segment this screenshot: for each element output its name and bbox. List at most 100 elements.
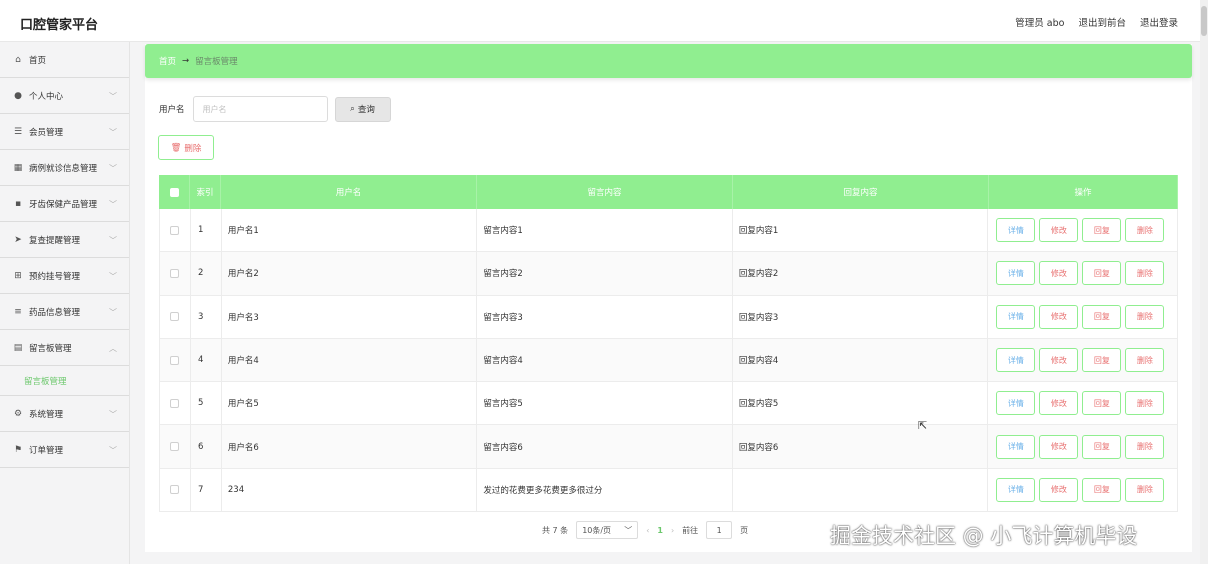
- cell-message: 发过的花费更多花费更多很过分: [477, 468, 733, 512]
- cell-message: 留言内容3: [477, 295, 733, 338]
- delete-button[interactable]: 删除: [1125, 304, 1165, 329]
- goto-page-input[interactable]: 1: [706, 521, 733, 539]
- table-row: 3 用户名3 留言内容3 回复内容3 详情 修改 回复 删除: [159, 295, 1178, 339]
- cell-username: 用户名3: [222, 295, 478, 338]
- sidebar-item-medicine[interactable]: ≡ 药品信息管理 ﹀: [0, 294, 129, 330]
- cell-operations: 详情 修改 回复 删除: [988, 339, 1177, 381]
- header-message[interactable]: 留言内容: [477, 175, 733, 209]
- detail-button[interactable]: 详情: [996, 434, 1036, 459]
- batch-delete-button[interactable]: 🗑 删除: [158, 135, 214, 160]
- cell-index: 7: [191, 468, 222, 512]
- edit-button[interactable]: 修改: [1039, 391, 1079, 416]
- reply-button[interactable]: 回复: [1082, 304, 1122, 329]
- detail-button[interactable]: 详情: [996, 304, 1036, 329]
- search-icon: ⌕: [350, 104, 355, 114]
- edit-button[interactable]: 修改: [1039, 477, 1079, 502]
- reply-button[interactable]: 回复: [1082, 348, 1122, 373]
- row-checkbox[interactable]: [170, 442, 180, 452]
- reply-button[interactable]: 回复: [1082, 477, 1122, 502]
- flag-icon: ⚑: [13, 444, 23, 455]
- delete-button[interactable]: 删除: [1125, 261, 1165, 286]
- row-checkbox-cell: [160, 425, 191, 468]
- row-checkbox-cell: [160, 338, 191, 382]
- page-size-select[interactable]: 10条/页 ﹀: [576, 521, 639, 539]
- sidebar-subitem-messages[interactable]: 留言板管理: [0, 366, 129, 396]
- cell-index: 4: [191, 338, 222, 382]
- row-checkbox[interactable]: [170, 225, 180, 235]
- delete-button[interactable]: 删除: [1125, 434, 1165, 459]
- cell-operations: 详情 修改 回复 删除: [988, 209, 1177, 251]
- detail-button[interactable]: 详情: [996, 218, 1036, 243]
- row-checkbox[interactable]: [170, 312, 180, 322]
- search-form: 用户名 ⌕ 查询: [159, 96, 391, 122]
- detail-button[interactable]: 详情: [996, 477, 1036, 502]
- edit-button[interactable]: 修改: [1039, 434, 1079, 459]
- cell-message: 留言内容5: [477, 382, 733, 425]
- front-link[interactable]: 退出到前台: [1078, 15, 1126, 29]
- next-page-icon[interactable]: ›: [671, 526, 674, 535]
- row-checkbox-cell: [160, 252, 191, 295]
- detail-button[interactable]: 详情: [996, 391, 1036, 416]
- apps-icon: ▪: [14, 198, 22, 209]
- edit-button[interactable]: 修改: [1039, 304, 1079, 329]
- row-checkbox[interactable]: [170, 485, 180, 495]
- cell-username: 用户名4: [222, 338, 478, 382]
- username-search-input[interactable]: [192, 96, 328, 122]
- cell-message: 留言内容2: [477, 252, 733, 295]
- scrollbar[interactable]: [1200, 0, 1208, 564]
- table-row: 6 用户名6 留言内容6 回复内容6 详情 修改 回复 删除: [159, 425, 1178, 469]
- delete-button[interactable]: 删除: [1125, 218, 1165, 243]
- sidebar-item-system[interactable]: ⚙ 系统管理 ﹀: [0, 396, 129, 432]
- chevron-up-icon: ︿: [109, 344, 117, 353]
- cell-index: 3: [191, 295, 222, 338]
- page-size-value: 10条/页: [582, 525, 612, 535]
- delete-button[interactable]: 删除: [1125, 348, 1165, 373]
- delete-button[interactable]: 删除: [1125, 391, 1165, 416]
- chevron-down-icon: ﹀: [109, 128, 117, 137]
- sidebar-item-members[interactable]: ☰ 会员管理 ﹀: [0, 114, 129, 150]
- breadcrumb-home[interactable]: 首页: [159, 55, 176, 67]
- sidebar-item-cases[interactable]: ▦ 病例就诊信息管理 ﹀: [0, 150, 129, 186]
- reply-button[interactable]: 回复: [1082, 218, 1122, 243]
- row-checkbox[interactable]: [170, 398, 180, 408]
- scrollbar-thumb[interactable]: [1201, 6, 1207, 36]
- sidebar-item-recheck[interactable]: ➤ 复查提醒管理 ﹀: [0, 222, 129, 258]
- sidebar-item-label: 病例就诊信息管理: [29, 163, 98, 174]
- sidebar-item-messages[interactable]: ▤ 留言板管理 ︿: [0, 330, 129, 366]
- sidebar-item-orders[interactable]: ⚑ 订单管理 ﹀: [0, 432, 129, 468]
- header-reply[interactable]: 回复内容: [733, 175, 989, 209]
- edit-button[interactable]: 修改: [1039, 218, 1079, 243]
- row-checkbox[interactable]: [170, 355, 180, 365]
- reply-button[interactable]: 回复: [1082, 261, 1122, 286]
- select-all-checkbox[interactable]: [169, 187, 179, 197]
- sidebar-item-appointment[interactable]: ⊞ 预约挂号管理 ﹀: [0, 258, 129, 294]
- detail-button[interactable]: 详情: [996, 261, 1036, 286]
- cell-operations: 详情 修改 回复 删除: [988, 425, 1177, 467]
- sidebar-item-home[interactable]: ⌂ 首页: [0, 42, 129, 78]
- sidebar-item-profile[interactable]: ● 个人中心 ﹀: [0, 78, 129, 114]
- cell-index: 5: [191, 382, 222, 425]
- sidebar-item-label: 牙齿保健产品管理: [29, 199, 98, 210]
- chevron-down-icon: ﹀: [109, 308, 117, 317]
- cell-username: 用户名5: [222, 382, 478, 425]
- prev-page-icon[interactable]: ‹: [646, 526, 649, 535]
- logout-link[interactable]: 退出登录: [1140, 15, 1178, 29]
- edit-button[interactable]: 修改: [1039, 261, 1079, 286]
- app-title: 口腔管家平台: [20, 18, 99, 33]
- search-button[interactable]: ⌕ 查询: [334, 96, 391, 122]
- sidebar-item-products[interactable]: ▪ 牙齿保健产品管理 ﹀: [0, 186, 129, 222]
- page-number-current[interactable]: 1: [657, 526, 663, 535]
- header-username[interactable]: 用户名: [221, 175, 477, 209]
- cell-username: 234: [222, 468, 478, 512]
- row-checkbox[interactable]: [170, 268, 180, 278]
- cell-reply: 回复内容4: [733, 338, 989, 382]
- top-bar: 口腔管家平台 管理员 abo 退出到前台 退出登录: [0, 0, 1208, 42]
- main-content: 首页 → 留言板管理 用户名 ⌕ 查询 🗑 删除 索引 用户名 留言内容 回复内…: [145, 44, 1192, 552]
- detail-button[interactable]: 详情: [996, 348, 1036, 373]
- chevron-down-icon: ﹀: [109, 272, 117, 281]
- reply-button[interactable]: 回复: [1082, 434, 1122, 459]
- reply-button[interactable]: 回复: [1082, 391, 1122, 416]
- edit-button[interactable]: 修改: [1039, 348, 1079, 373]
- delete-button[interactable]: 删除: [1125, 477, 1165, 502]
- user-icon: ●: [14, 90, 22, 101]
